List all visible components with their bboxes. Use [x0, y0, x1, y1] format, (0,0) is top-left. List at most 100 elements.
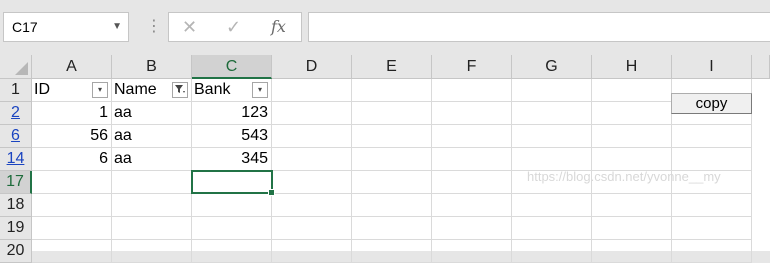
cell-i20[interactable]: [672, 240, 752, 263]
cell-d20[interactable]: [272, 240, 352, 263]
cell-e19[interactable]: [352, 217, 432, 240]
cell-g19[interactable]: [512, 217, 592, 240]
cell-f14[interactable]: [432, 148, 512, 171]
column-header-d[interactable]: D: [272, 55, 352, 79]
name-box-value: C17: [12, 19, 38, 35]
cell-b19[interactable]: [112, 217, 192, 240]
cell-c18[interactable]: [192, 194, 272, 217]
column-header-e[interactable]: E: [352, 55, 432, 79]
cell-b6[interactable]: aa: [112, 125, 192, 148]
cell-g6[interactable]: [512, 125, 592, 148]
cell-b2[interactable]: aa: [112, 102, 192, 125]
cell-i18[interactable]: [672, 194, 752, 217]
column-header-overflow[interactable]: [752, 55, 770, 79]
row-header-17[interactable]: 17: [0, 171, 32, 194]
cell-g14[interactable]: [512, 148, 592, 171]
cell-b18[interactable]: [112, 194, 192, 217]
cell-h14[interactable]: [592, 148, 672, 171]
active-cell-outline: [191, 170, 275, 196]
worksheet-grid[interactable]: A B C D E F G H I 1 ID ▾ Name Bank ▾ 2 1 aa 123 6 56 aa 543 14 6…: [0, 55, 770, 263]
drag-handle-icon[interactable]: ⋮: [146, 14, 162, 40]
name-box[interactable]: C17 ▼: [3, 12, 129, 42]
cell-f2[interactable]: [432, 102, 512, 125]
cell-e1[interactable]: [352, 79, 432, 102]
row-header-19[interactable]: 19: [0, 217, 32, 240]
cell-b14[interactable]: aa: [112, 148, 192, 171]
cell-h19[interactable]: [592, 217, 672, 240]
formula-bar: C17 ▼ ⋮ ✕ ✓ fx: [0, 0, 770, 53]
filter-active-icon[interactable]: [172, 82, 188, 98]
column-header-b[interactable]: B: [112, 55, 192, 79]
row-header-1[interactable]: 1: [0, 79, 32, 102]
cell-h1[interactable]: [592, 79, 672, 102]
cell-a14[interactable]: 6: [32, 148, 112, 171]
column-header-a[interactable]: A: [32, 55, 112, 79]
column-header-f[interactable]: F: [432, 55, 512, 79]
row-header-20[interactable]: 20: [0, 240, 32, 263]
cell-d1[interactable]: [272, 79, 352, 102]
cell-d18[interactable]: [272, 194, 352, 217]
row-header-14[interactable]: 14: [0, 148, 32, 171]
cell-e14[interactable]: [352, 148, 432, 171]
cell-c14[interactable]: 345: [192, 148, 272, 171]
cell-c20[interactable]: [192, 240, 272, 263]
fill-handle[interactable]: [268, 189, 275, 196]
insert-function-icon[interactable]: fx: [271, 15, 286, 39]
cell-h18[interactable]: [592, 194, 672, 217]
cell-a17[interactable]: [32, 171, 112, 194]
cell-i6[interactable]: [672, 125, 752, 148]
cell-g2[interactable]: [512, 102, 592, 125]
cell-c6[interactable]: 543: [192, 125, 272, 148]
cell-a20[interactable]: [32, 240, 112, 263]
cell-g20[interactable]: [512, 240, 592, 263]
cell-d14[interactable]: [272, 148, 352, 171]
cell-d2[interactable]: [272, 102, 352, 125]
cell-d19[interactable]: [272, 217, 352, 240]
cell-h6[interactable]: [592, 125, 672, 148]
column-header-c[interactable]: C: [192, 55, 272, 79]
cell-a19[interactable]: [32, 217, 112, 240]
cell-h2[interactable]: [592, 102, 672, 125]
cell-e6[interactable]: [352, 125, 432, 148]
cell-d17[interactable]: [272, 171, 352, 194]
chevron-down-icon[interactable]: ▼: [112, 13, 122, 41]
cell-e2[interactable]: [352, 102, 432, 125]
filter-dropdown-icon[interactable]: ▾: [252, 82, 268, 98]
column-header-h[interactable]: H: [592, 55, 672, 79]
cell-e17[interactable]: [352, 171, 432, 194]
cell-a18[interactable]: [32, 194, 112, 217]
cell-g18[interactable]: [512, 194, 592, 217]
cell-e20[interactable]: [352, 240, 432, 263]
cell-i19[interactable]: [672, 217, 752, 240]
cell-b17[interactable]: [112, 171, 192, 194]
cell-a2[interactable]: 1: [32, 102, 112, 125]
cell-g1[interactable]: [512, 79, 592, 102]
cell-f6[interactable]: [432, 125, 512, 148]
cell-b20[interactable]: [112, 240, 192, 263]
row-header-2[interactable]: 2: [0, 102, 32, 125]
cell-f1[interactable]: [432, 79, 512, 102]
cell-c19[interactable]: [192, 217, 272, 240]
cell-h20[interactable]: [592, 240, 672, 263]
formula-input[interactable]: [308, 12, 770, 42]
cell-c2[interactable]: 123: [192, 102, 272, 125]
cell-a6[interactable]: 56: [32, 125, 112, 148]
cell-e18[interactable]: [352, 194, 432, 217]
cancel-icon[interactable]: ✕: [182, 15, 197, 39]
filter-dropdown-icon[interactable]: ▾: [92, 82, 108, 98]
watermark: https://blog.csdn.net/yvonne__my: [527, 169, 721, 184]
cell-i14[interactable]: [672, 148, 752, 171]
enter-icon[interactable]: ✓: [226, 15, 241, 39]
cell-f18[interactable]: [432, 194, 512, 217]
column-header-i[interactable]: I: [672, 55, 752, 79]
select-all-corner[interactable]: [0, 55, 32, 79]
copy-button[interactable]: copy: [671, 93, 752, 114]
formula-buttons: ✕ ✓ fx: [168, 12, 302, 42]
cell-f17[interactable]: [432, 171, 512, 194]
column-header-g[interactable]: G: [512, 55, 592, 79]
cell-f20[interactable]: [432, 240, 512, 263]
cell-f19[interactable]: [432, 217, 512, 240]
row-header-6[interactable]: 6: [0, 125, 32, 148]
row-header-18[interactable]: 18: [0, 194, 32, 217]
cell-d6[interactable]: [272, 125, 352, 148]
